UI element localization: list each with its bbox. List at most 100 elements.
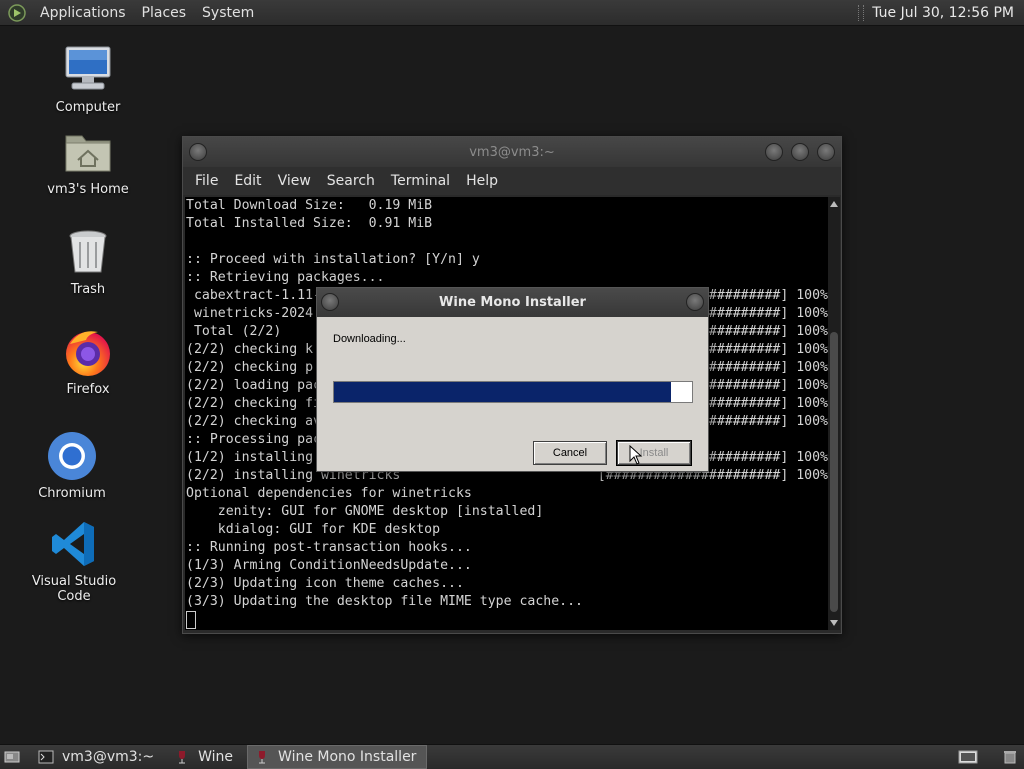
terminal-line-progress: #########] 100% xyxy=(708,396,828,411)
terminal-line: Optional dependencies for winetricks xyxy=(186,485,828,503)
terminal-line: :: Retrieving packages... xyxy=(186,269,828,287)
progress-fill xyxy=(334,382,671,402)
terminal-line: zenity: GUI for GNOME desktop [installed… xyxy=(186,503,828,521)
window-menu-button[interactable] xyxy=(189,143,207,161)
mouse-cursor-icon xyxy=(629,445,643,465)
terminal-line-progress: #########] 100% xyxy=(708,306,828,321)
workspace-switcher[interactable] xyxy=(944,746,992,768)
terminal-line-text: cabextract-1.11- xyxy=(186,288,321,303)
menu-view[interactable]: View xyxy=(270,173,319,189)
terminal-line-text: (2/2) checking p xyxy=(186,360,314,375)
terminal-line-text: :: Running post-transaction hooks... xyxy=(186,540,472,555)
desktop-icon-vscode[interactable]: Visual Studio Code xyxy=(19,518,129,604)
dialog-menu-button[interactable] xyxy=(321,293,339,311)
menu-system[interactable]: System xyxy=(194,5,262,21)
terminal-line-text: kdialog: GUI for KDE desktop xyxy=(186,522,441,537)
desktop-icon-label: Firefox xyxy=(66,382,110,397)
terminal-line: :: Proceed with installation? [Y/n] y xyxy=(186,251,828,269)
terminal-line-text: (2/3) Updating icon theme caches... xyxy=(186,576,464,591)
desktop-icon-firefox[interactable]: Firefox xyxy=(33,326,143,397)
desktop-icon-label: vm3's Home xyxy=(47,182,129,197)
terminal-line-text: Total Download Size: 0.19 MiB xyxy=(186,198,433,213)
desktop-icon-label: Visual Studio Code xyxy=(31,574,117,604)
terminal-line: (2/3) Updating icon theme caches... xyxy=(186,575,828,593)
terminal-line-progress: #########] 100% xyxy=(708,324,828,339)
computer-icon xyxy=(62,44,114,96)
trash-icon xyxy=(1004,751,1016,764)
vscode-icon xyxy=(48,518,100,570)
workspace-icon xyxy=(958,750,978,764)
terminal-line-text: :: Retrieving packages... xyxy=(186,270,385,285)
desktop-icon-trash[interactable]: Trash xyxy=(33,226,143,297)
menu-help[interactable]: Help xyxy=(458,173,506,189)
menu-search[interactable]: Search xyxy=(319,173,383,189)
terminal-line: (1/3) Arming ConditionNeedsUpdate... xyxy=(186,557,828,575)
terminal-line-text: (2/2) checking av xyxy=(186,414,321,429)
show-desktop-button[interactable] xyxy=(0,746,28,768)
scrollbar-thumb[interactable] xyxy=(830,332,838,612)
dialog-close-button[interactable] xyxy=(686,293,704,311)
terminal-prompt[interactable] xyxy=(186,611,828,629)
taskbar-item-label: vm3@vm3:~ xyxy=(62,749,155,765)
terminal-line-text: :: Proceed with installation? [Y/n] y xyxy=(186,252,480,267)
terminal-line-text: (1/2) installing xyxy=(186,450,314,465)
menu-applications[interactable]: Applications xyxy=(32,5,134,21)
menu-file[interactable]: File xyxy=(187,173,226,189)
terminal-line-text: (2/2) checking fi xyxy=(186,396,321,411)
terminal-line-text: zenity: GUI for GNOME desktop [installed… xyxy=(186,504,544,519)
terminal-line: Total Download Size: 0.19 MiB xyxy=(186,197,828,215)
taskbar-item-label: Wine Mono Installer xyxy=(278,749,417,765)
text-cursor xyxy=(186,611,196,629)
desktop-icon-label: Trash xyxy=(70,282,106,297)
terminal-line-text: winetricks-2024 xyxy=(186,306,314,321)
terminal-line: :: Running post-transaction hooks... xyxy=(186,539,828,557)
menu-terminal[interactable]: Terminal xyxy=(383,173,458,189)
download-status: Downloading... xyxy=(333,333,406,345)
close-button[interactable] xyxy=(817,143,835,161)
wine-mono-installer-dialog[interactable]: Wine Mono Installer Downloading... Cance… xyxy=(316,287,709,472)
maximize-button[interactable] xyxy=(791,143,809,161)
trash-icon xyxy=(62,226,114,278)
top-panel: Applications Places System Tue Jul 30, 1… xyxy=(0,0,1024,26)
clock[interactable]: Tue Jul 30, 12:56 PM xyxy=(872,5,1024,21)
terminal-icon xyxy=(38,750,54,764)
terminal-line-progress: #########] 100% xyxy=(708,288,828,303)
desktop-icon-home[interactable]: vm3's Home xyxy=(33,126,143,197)
home-folder-icon xyxy=(62,126,114,178)
desktop-icon-chromium[interactable]: Chromium xyxy=(17,430,127,501)
minimize-button[interactable] xyxy=(765,143,783,161)
taskbar-item-wine[interactable]: Wine xyxy=(168,746,243,768)
cancel-button[interactable]: Cancel xyxy=(533,441,607,465)
desktop-icon-label: Chromium xyxy=(38,486,106,501)
distro-logo-icon[interactable] xyxy=(8,3,26,22)
terminal-title: vm3@vm3:~ xyxy=(469,144,555,160)
terminal-line-progress: #########] 100% xyxy=(708,378,828,393)
terminal-line-text: Total Installed Size: 0.91 MiB xyxy=(186,216,433,231)
terminal-line-text: :: Processing pac xyxy=(186,432,321,447)
terminal-line-text: (1/3) Arming ConditionNeedsUpdate... xyxy=(186,558,472,573)
show-desktop-icon xyxy=(4,751,20,763)
terminal-line: (3/3) Updating the desktop file MIME typ… xyxy=(186,593,828,611)
scroll-down-arrow-icon[interactable] xyxy=(830,620,838,626)
menu-edit[interactable]: Edit xyxy=(226,173,269,189)
dialog-titlebar[interactable]: Wine Mono Installer xyxy=(317,288,708,317)
bottom-taskbar: vm3@vm3:~ Wine Wine Mono Installer xyxy=(0,744,1024,769)
scroll-up-arrow-icon[interactable] xyxy=(830,201,838,207)
terminal-titlebar[interactable]: vm3@vm3:~ xyxy=(183,137,841,167)
taskbar-item-wine-mono-installer[interactable]: Wine Mono Installer xyxy=(247,745,428,769)
firefox-icon xyxy=(62,326,114,378)
terminal-line: Total Installed Size: 0.91 MiB xyxy=(186,215,828,233)
terminal-line-text: (2/2) loading pac xyxy=(186,378,321,393)
menu-places[interactable]: Places xyxy=(134,5,195,21)
desktop-icon-computer[interactable]: Computer xyxy=(33,44,143,115)
terminal-line-text: Optional dependencies for winetricks xyxy=(186,486,472,501)
terminal-line-text: (2/2) checking k xyxy=(186,342,314,357)
terminal-scrollbar[interactable] xyxy=(828,197,840,630)
taskbar-item-terminal[interactable]: vm3@vm3:~ xyxy=(32,746,164,768)
panel-separator xyxy=(858,4,865,21)
trash-applet[interactable] xyxy=(996,746,1024,768)
dialog-body: Downloading... Cancel Install xyxy=(317,317,708,471)
chromium-icon xyxy=(46,430,98,482)
wine-icon xyxy=(179,751,186,764)
